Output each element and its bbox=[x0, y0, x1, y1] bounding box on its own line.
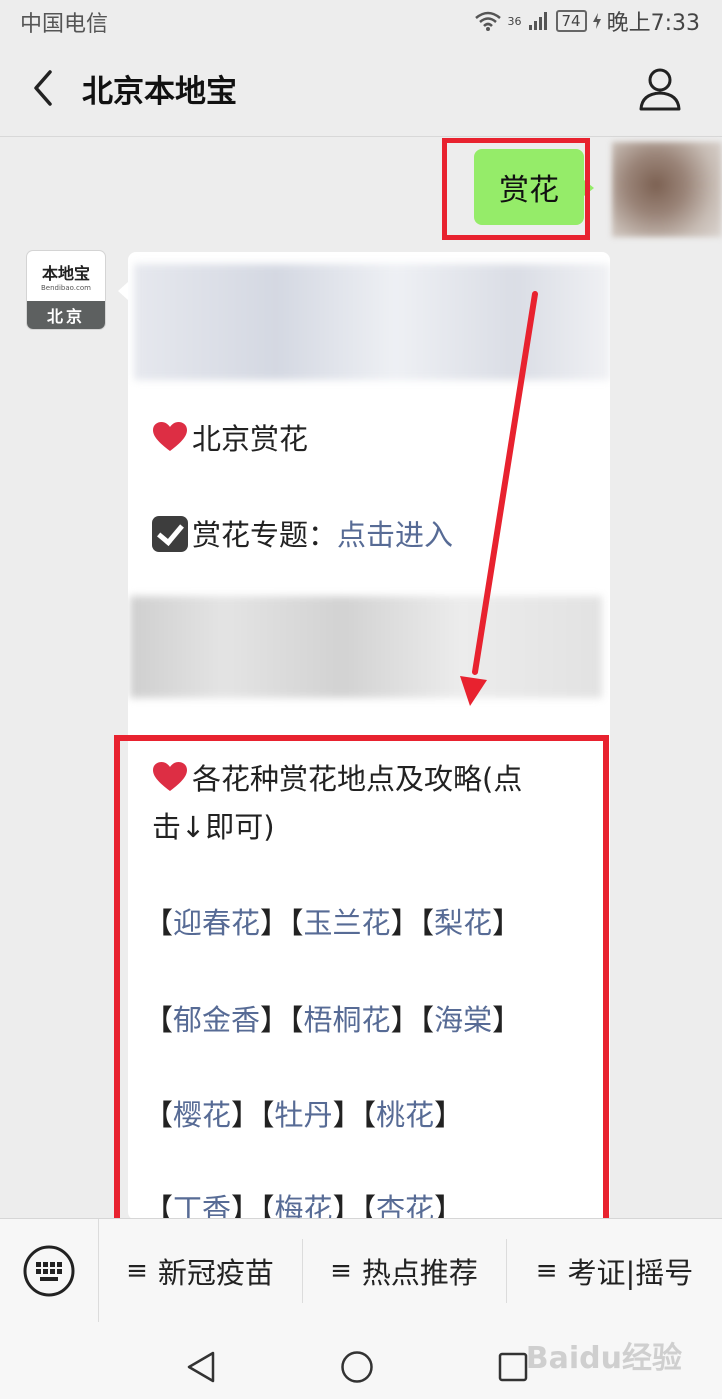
page-title: 北京本地宝 bbox=[82, 74, 237, 110]
keyboard-toggle-button[interactable] bbox=[0, 1219, 99, 1323]
avatar-logo-text: 本地宝 bbox=[41, 264, 90, 283]
bot-avatar[interactable]: 本地宝 Bendibao.com 北京 bbox=[27, 251, 105, 329]
topic-link[interactable]: 点击进入 bbox=[337, 518, 453, 552]
wifi-icon bbox=[474, 11, 501, 31]
checkbox-icon bbox=[152, 516, 188, 552]
charging-icon bbox=[592, 13, 601, 29]
bubble-tail bbox=[118, 282, 128, 300]
status-bar: 中国电信 36 74 晚上7:33 bbox=[0, 0, 722, 40]
heading-beijing-flowers: 北京赏花 bbox=[152, 416, 308, 458]
profile-icon[interactable] bbox=[638, 66, 682, 112]
menu-item-exam[interactable]: ≡ 考证|摇号 bbox=[507, 1219, 722, 1323]
bottom-menu: ≡ 新冠疫苗 ≡ 热点推荐 ≡ 考证|摇号 bbox=[0, 1218, 722, 1323]
nav-back-icon[interactable] bbox=[185, 1350, 217, 1384]
watermark: Baidu经验 bbox=[525, 1341, 682, 1376]
system-navigation-bar: Baidu经验 bbox=[0, 1322, 722, 1399]
signal-icon bbox=[528, 12, 547, 30]
avatar-city-label: 北京 bbox=[27, 301, 105, 329]
nav-home-icon[interactable] bbox=[340, 1350, 374, 1384]
battery-indicator: 74 bbox=[555, 10, 587, 32]
blurred-banner-image[interactable] bbox=[134, 264, 610, 380]
menu-item-hot[interactable]: ≡ 热点推荐 bbox=[303, 1219, 505, 1323]
topic-label: 赏花专题： bbox=[192, 518, 338, 552]
keyboard-icon bbox=[23, 1245, 75, 1297]
back-arrow-icon[interactable] bbox=[24, 62, 64, 114]
chat-header: 北京本地宝 bbox=[0, 40, 722, 137]
network-type: 36 bbox=[507, 14, 522, 28]
highlight-box-flower-list bbox=[114, 735, 609, 1231]
avatar-site-text: Bendibao.com bbox=[40, 284, 91, 292]
clock: 晚上7:33 bbox=[606, 11, 700, 36]
topic-line: 赏花专题：点击进入 bbox=[152, 512, 453, 554]
user-avatar[interactable] bbox=[612, 142, 722, 237]
blurred-image[interactable] bbox=[130, 596, 602, 698]
heart-icon bbox=[153, 422, 187, 451]
menu-item-vaccine[interactable]: ≡ 新冠疫苗 bbox=[99, 1219, 301, 1323]
nav-recents-icon[interactable] bbox=[498, 1352, 528, 1382]
carrier-name: 中国电信 bbox=[20, 12, 109, 37]
heading-text: 北京赏花 bbox=[192, 422, 309, 456]
highlight-box-message bbox=[442, 138, 590, 240]
